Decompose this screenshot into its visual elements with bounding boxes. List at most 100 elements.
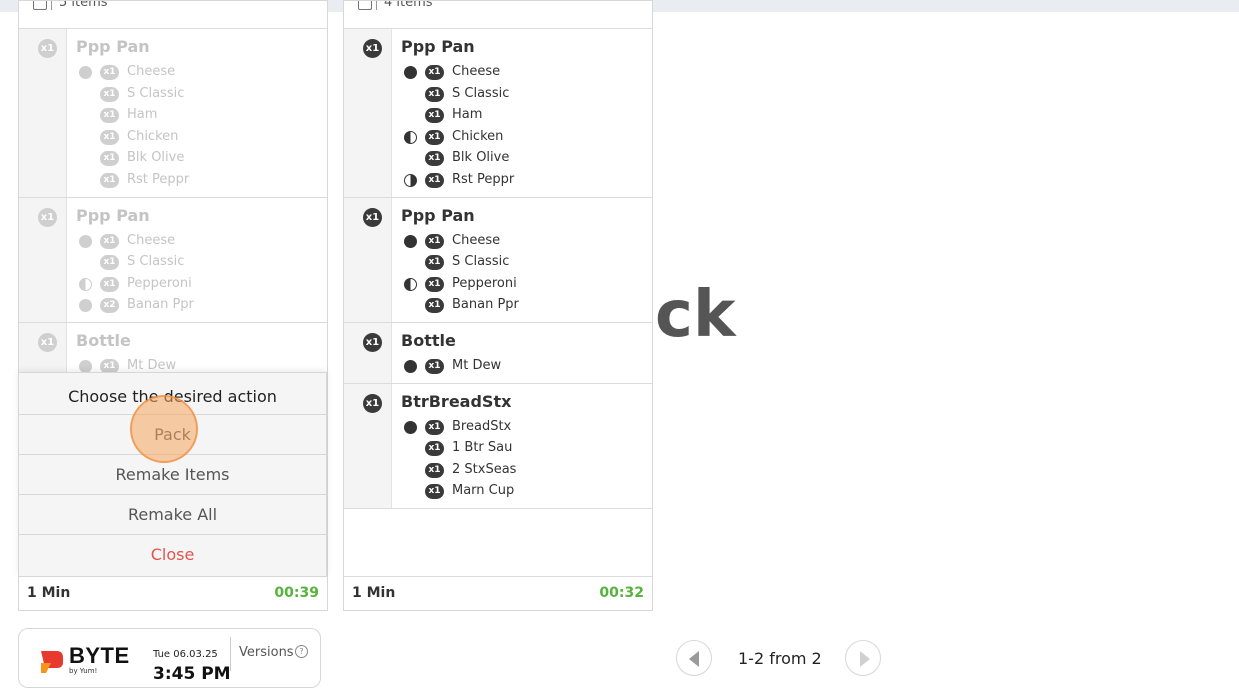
brand-panel: BYTE by Yum! Tue 06.03.25 3:45 PM Versio… xyxy=(18,628,321,688)
modifier-label: Rst Peppr xyxy=(127,172,190,187)
modifier-row: x1 Cheese xyxy=(19,231,327,253)
modifier-row: x1 Marn Cup xyxy=(344,481,652,503)
order-card-2[interactable]: 4 items x1 Ppp Pan x1 Cheese x1 S Classic x1 Ha… xyxy=(343,0,653,611)
modifier-qty-badge: x1 xyxy=(100,233,119,249)
modifier-qty-badge: x1 xyxy=(425,255,444,271)
modifier-qty-badge: x1 xyxy=(425,298,444,314)
versions-link[interactable]: Versions xyxy=(239,645,294,660)
modifier-row: x1 Pepperoni xyxy=(344,274,652,296)
item-name: Ppp Pan xyxy=(76,37,150,56)
modifier-qty-badge: x1 xyxy=(425,441,444,457)
modifier-label: S Classic xyxy=(452,85,510,101)
item-qty-badge: x1 xyxy=(363,207,382,227)
logo-wordmark: BYTE xyxy=(69,643,130,668)
modifier-qty-badge: x1 xyxy=(425,233,444,249)
order-item[interactable]: x1 Ppp Pan x1 Cheese x1 S Classic x1 Ham x1 Chick… xyxy=(344,29,652,198)
whole-portion-icon xyxy=(404,420,417,434)
modifier-label: Cheese xyxy=(452,232,501,248)
close-button[interactable]: Close xyxy=(19,535,326,575)
card-footer: 1 Min 00:39 xyxy=(19,576,327,610)
item-qty-badge: x1 xyxy=(363,333,382,352)
modifier-qty-badge: x1 xyxy=(425,462,444,478)
modifier-label: Cheese xyxy=(127,232,176,248)
modifier-label: Banan Ppr xyxy=(452,297,519,313)
item-count: 5 items xyxy=(59,0,108,10)
item-name: Bottle xyxy=(76,331,131,350)
half-portion-icon xyxy=(79,277,92,291)
modifier-row: x1 1 Btr Sau xyxy=(344,438,652,460)
whole-portion-icon xyxy=(79,66,92,79)
item-qty-badge: x1 xyxy=(363,39,382,58)
modifier-qty-badge: x1 xyxy=(425,276,444,292)
item-name: Ppp Pan xyxy=(401,37,475,56)
modifier-qty-badge: x1 xyxy=(425,108,444,124)
modifier-qty-badge: x1 xyxy=(100,276,119,292)
modifier-qty-badge: x1 xyxy=(425,86,444,102)
modifier-label: Banan Ppr xyxy=(127,297,194,313)
item-count: 4 items xyxy=(384,0,433,10)
modifier-label: Ham xyxy=(452,107,483,123)
order-timer: 00:39 xyxy=(274,585,319,601)
page-indicator: 1-2 from 2 xyxy=(738,649,822,668)
whole-portion-icon xyxy=(79,299,92,313)
modifier-qty-badge: x1 xyxy=(100,65,119,80)
modifier-label: Blk Olive xyxy=(127,150,185,166)
modifier-row: x1 S Classic xyxy=(19,84,327,106)
modifier-qty-badge: x1 xyxy=(100,151,119,167)
modifier-row: x1 Ham xyxy=(19,105,327,127)
modifier-label: Pepperoni xyxy=(452,275,517,291)
modifier-row: x2 Banan Ppr xyxy=(19,295,327,317)
half-portion-icon xyxy=(404,277,417,291)
item-name: Ppp Pan xyxy=(401,205,475,225)
order-item[interactable]: x1 Bottle x1 Mt Dew xyxy=(344,323,652,384)
modifier-label: Cheese xyxy=(127,64,176,79)
card-footer: 1 Min 00:32 xyxy=(344,576,652,610)
modifier-row: x1 2 StxSeas xyxy=(344,460,652,482)
card-header: 4 items xyxy=(344,1,652,29)
modifier-row: x1 Rst Peppr xyxy=(344,170,652,192)
order-timer: 00:32 xyxy=(599,585,644,601)
modifier-label: Pepperoni xyxy=(127,275,192,291)
modifier-label: 1 Btr Sau xyxy=(452,440,513,456)
bag-icon xyxy=(33,1,47,10)
whole-portion-icon xyxy=(404,66,417,79)
modifier-row: x1 S Classic xyxy=(344,252,652,274)
modifier-label: Rst Peppr xyxy=(452,172,515,187)
modifier-qty-badge: x1 xyxy=(425,129,444,145)
remake-all-button[interactable]: Remake All xyxy=(19,495,326,535)
modifier-label: S Classic xyxy=(127,254,185,270)
order-item[interactable]: x1 BtrBreadStx x1 BreadStx x1 1 Btr Sau x1 2 St… xyxy=(344,383,652,509)
item-qty-badge: x1 xyxy=(38,39,57,58)
order-item[interactable]: x1 Ppp Pan x1 Cheese x1 S Classic x1 Pepperoni x… xyxy=(19,197,327,323)
modifier-qty-badge: x1 xyxy=(425,419,444,435)
next-page-button[interactable] xyxy=(845,640,881,676)
modifier-qty-badge: x1 xyxy=(100,86,119,102)
help-icon[interactable]: ? xyxy=(295,645,308,658)
modifier-qty-badge: x1 xyxy=(425,173,444,188)
prev-page-button[interactable] xyxy=(676,640,712,676)
modifier-row: x1 Rst Peppr xyxy=(19,170,327,192)
modifier-label: Cheese xyxy=(452,64,501,79)
item-qty-badge: x1 xyxy=(363,393,382,413)
half-portion-icon xyxy=(404,174,417,187)
modifier-qty-badge: x1 xyxy=(425,151,444,167)
modifier-label: Chicken xyxy=(452,128,504,144)
logo-tagline: by Yum! xyxy=(69,667,98,675)
modifier-label: 2 StxSeas xyxy=(452,461,517,477)
click-indicator xyxy=(130,395,198,463)
modifier-label: BreadStx xyxy=(452,418,512,434)
modifier-row: x1 Blk Olive xyxy=(19,148,327,170)
modifier-row: x1 Mt Dew xyxy=(344,356,652,378)
modifier-row: x1 Cheese xyxy=(19,62,327,84)
modifier-row: x1 Pepperoni xyxy=(19,274,327,296)
byte-logo-icon xyxy=(41,651,63,673)
modifier-row: x1 Cheese xyxy=(344,231,652,253)
modifier-label: Mt Dew xyxy=(452,358,502,373)
whole-portion-icon xyxy=(404,360,417,373)
modifier-qty-badge: x1 xyxy=(100,255,119,271)
modifier-label: Blk Olive xyxy=(452,150,510,166)
order-item[interactable]: x1 Ppp Pan x1 Cheese x1 S Classic x1 Ham x1 Chick… xyxy=(19,29,327,198)
half-portion-icon xyxy=(404,130,417,144)
item-qty-badge: x1 xyxy=(38,207,57,227)
order-item[interactable]: x1 Ppp Pan x1 Cheese x1 S Classic x1 Pepperoni x… xyxy=(344,197,652,323)
